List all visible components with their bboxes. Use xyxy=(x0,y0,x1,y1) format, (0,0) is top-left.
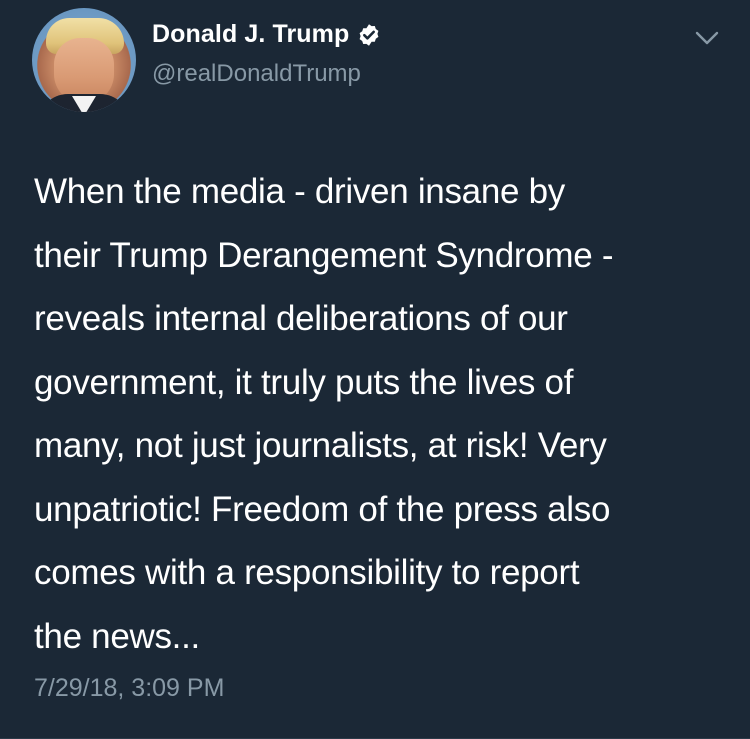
author-name[interactable]: Donald J. Trump xyxy=(152,20,349,49)
verified-badge-icon xyxy=(357,23,381,47)
tweet-timestamp[interactable]: 7/29/18, 3:09 PM xyxy=(34,674,224,703)
chevron-down-icon[interactable] xyxy=(694,28,720,48)
author-handle[interactable]: @realDonaldTrump xyxy=(152,60,361,88)
tweet-card: Donald J. Trump @realDonaldTrump When th… xyxy=(0,0,750,739)
tweet-text: When the media - driven insane by their … xyxy=(34,172,614,656)
avatar[interactable] xyxy=(32,8,136,112)
author-name-row: Donald J. Trump xyxy=(152,20,381,49)
